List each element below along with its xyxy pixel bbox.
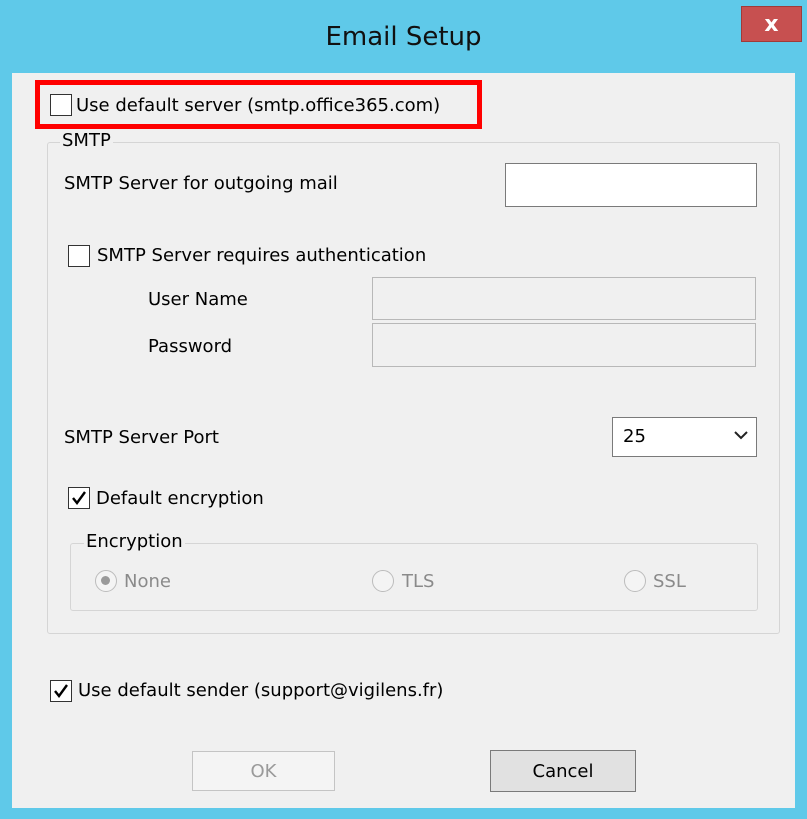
checkmark-icon <box>72 491 86 505</box>
smtp-group-title: SMTP <box>60 130 113 151</box>
smtp-port-label: SMTP Server Port <box>64 427 219 448</box>
cancel-button[interactable]: Cancel <box>490 750 636 792</box>
encryption-tls-radio[interactable] <box>372 570 394 592</box>
smtp-auth-checkbox[interactable] <box>68 245 90 267</box>
encryption-none-radio[interactable] <box>95 570 117 592</box>
password-label: Password <box>148 336 233 357</box>
username-input[interactable] <box>372 277 756 320</box>
title-bar[interactable]: Email Setup x <box>0 0 807 70</box>
encryption-ssl-radio[interactable] <box>624 570 646 592</box>
window-title: Email Setup <box>325 22 482 52</box>
smtp-port-select[interactable]: 25 <box>612 417 757 457</box>
highlight-box <box>35 80 482 129</box>
close-button[interactable]: x <box>741 6 802 42</box>
smtp-auth-label[interactable]: SMTP Server requires authentication <box>97 245 426 266</box>
use-default-sender-checkbox[interactable] <box>50 680 72 702</box>
encryption-tls-label[interactable]: TLS <box>402 571 434 592</box>
encryption-group-title: Encryption <box>84 531 185 552</box>
username-label: User Name <box>148 289 248 310</box>
smtp-server-input[interactable] <box>505 163 757 207</box>
ok-button[interactable]: OK <box>192 751 335 791</box>
default-encryption-label[interactable]: Default encryption <box>96 488 264 509</box>
password-input[interactable] <box>372 323 756 367</box>
default-encryption-checkbox[interactable] <box>68 487 90 509</box>
use-default-sender-label[interactable]: Use default sender (support@vigilens.fr) <box>78 680 443 701</box>
chevron-down-icon <box>734 431 748 440</box>
encryption-none-label[interactable]: None <box>124 571 171 592</box>
close-icon: x <box>764 11 779 37</box>
checkmark-icon <box>54 684 68 698</box>
encryption-ssl-label[interactable]: SSL <box>653 571 686 592</box>
smtp-server-label: SMTP Server for outgoing mail <box>64 173 338 194</box>
smtp-port-value: 25 <box>623 426 646 447</box>
